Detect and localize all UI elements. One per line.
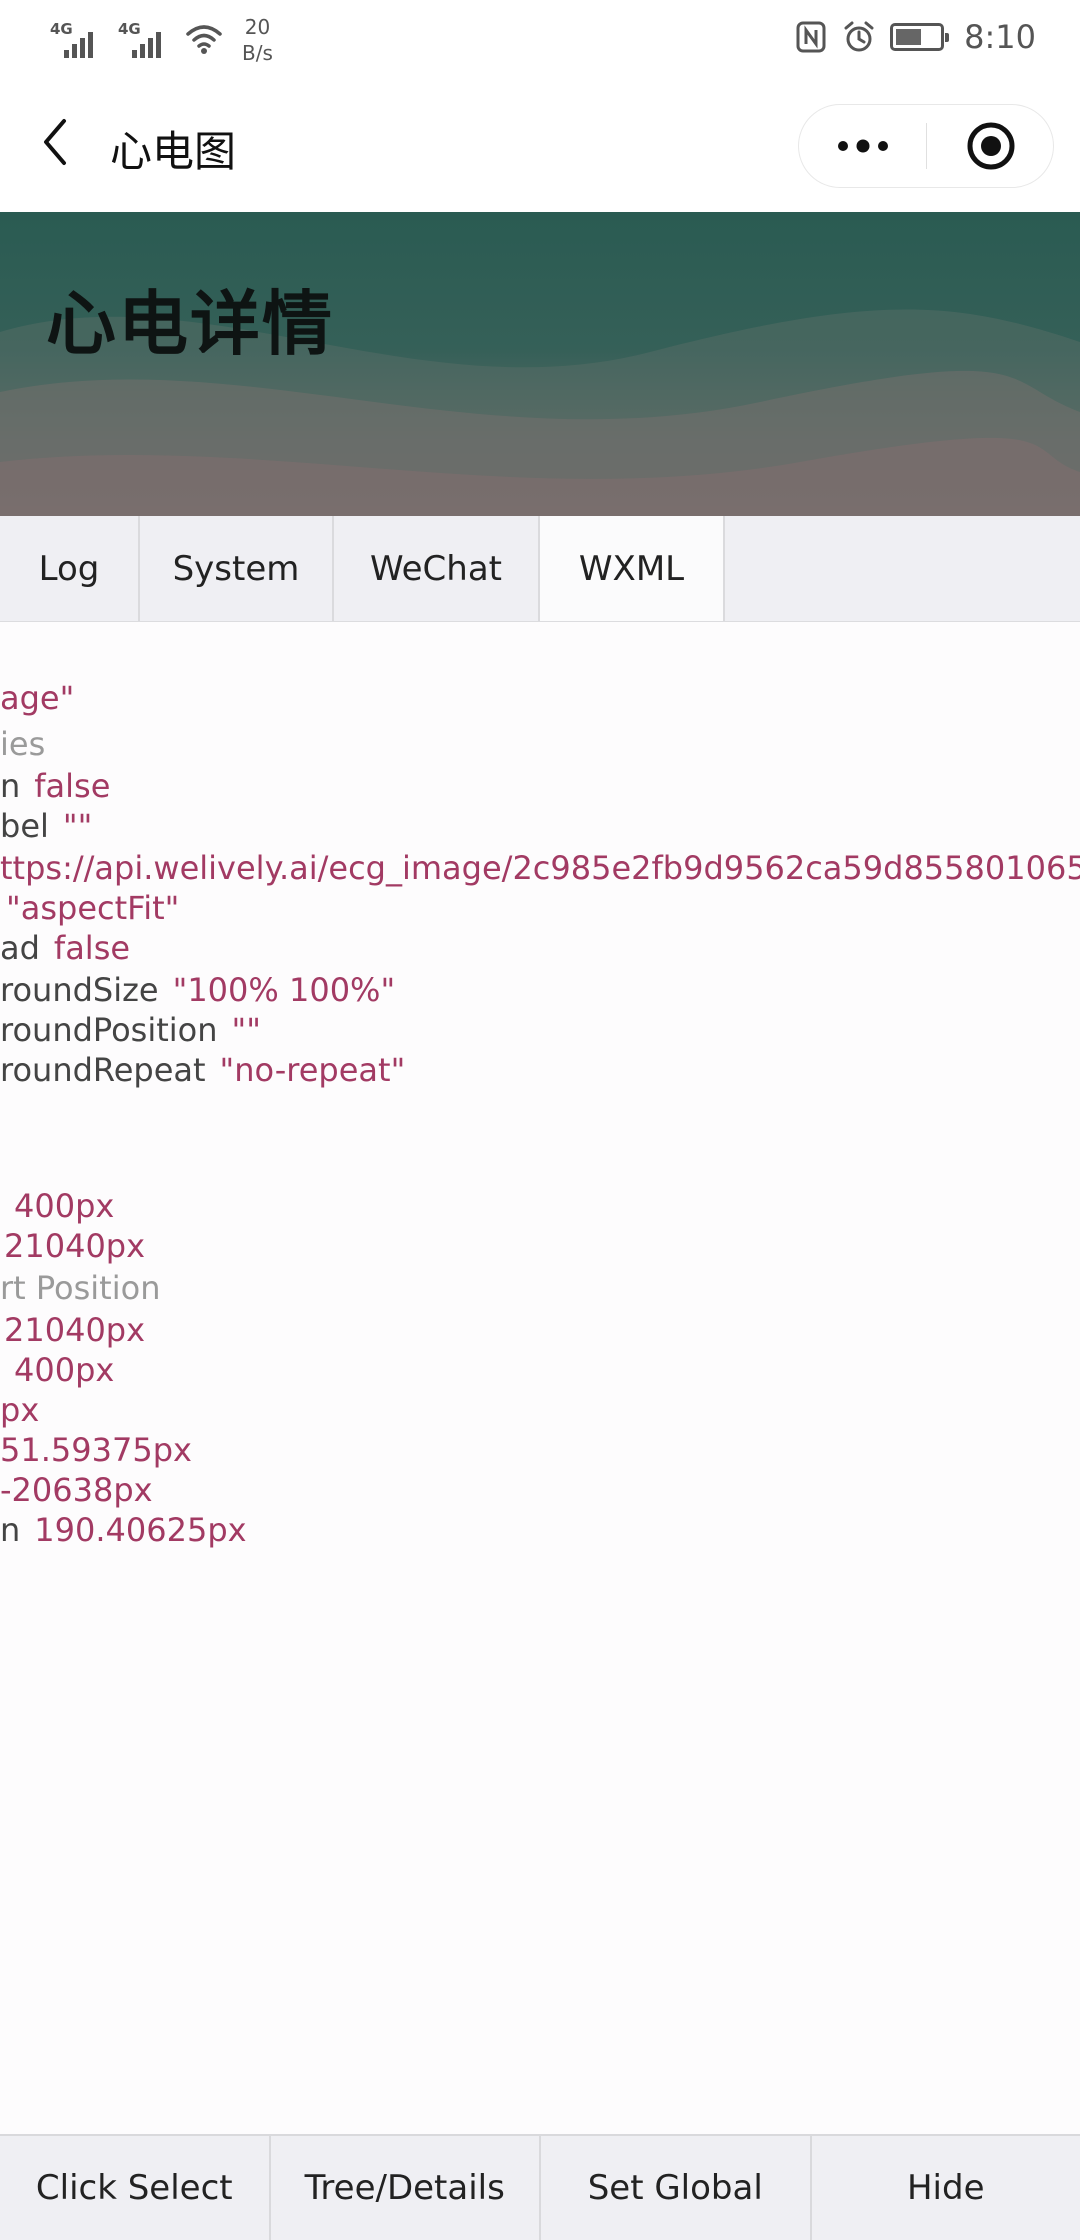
detail-key: n (0, 767, 21, 805)
detail-key: roundSize (0, 971, 159, 1009)
status-right: 8:10 (794, 18, 1036, 56)
detail-key: n (0, 1511, 21, 1549)
detail-line: roundPosition "" (0, 1010, 261, 1050)
detail-line: ad false (0, 928, 130, 968)
detail-line: 21040px (0, 1310, 145, 1350)
detail-line: 51.59375px (0, 1430, 192, 1470)
detail-value: -20638px (0, 1471, 153, 1509)
detail-value: "aspectFit" (6, 889, 180, 927)
detail-key: roundRepeat (0, 1051, 206, 1089)
detail-line: 400px (0, 1186, 114, 1226)
detail-line: age" (0, 678, 74, 718)
tab-system[interactable]: System (140, 516, 334, 621)
set-global-button[interactable]: Set Global (541, 2136, 812, 2240)
detail-value: "no-repeat" (219, 1051, 406, 1089)
detail-line: px (0, 1390, 39, 1430)
detail-value: 190.40625px (34, 1511, 247, 1549)
detail-line: 21040px (0, 1226, 145, 1266)
detail-value: age" (0, 679, 75, 717)
detail-value: "" (62, 807, 93, 845)
click-select-button[interactable]: Click Select (0, 2136, 271, 2240)
detail-line: 400px (0, 1350, 114, 1390)
battery-fill (896, 29, 922, 45)
wxml-details-panel: age" ies n false bel "" ttps://api.welivel… (0, 622, 1080, 2134)
detail-line: roundSize "100% 100%" (0, 970, 395, 1010)
detail-value: px (0, 1391, 40, 1429)
alarm-icon (844, 21, 874, 52)
status-bar: 4G 4G 20 B/s 8:10 (0, 0, 1080, 80)
tab-wechat[interactable]: WeChat (334, 516, 540, 621)
section-heading: rt Position (0, 1269, 161, 1307)
console-tabs: Log System WeChat WXML (0, 516, 1080, 622)
signal-icon (132, 32, 161, 58)
tab-wxml[interactable]: WXML (540, 516, 725, 621)
network-speed-value: 20 (244, 15, 271, 39)
detail-value: 400px (14, 1351, 115, 1389)
detail-line: ttps://api.welively.ai/ecg_image/2c985e2… (0, 848, 1080, 888)
menu-capsule (798, 104, 1054, 188)
detail-line: n false (0, 766, 110, 806)
detail-value: ttps://api.welively.ai/ecg_image/2c985e2… (0, 849, 1080, 887)
detail-value: 400px (14, 1187, 115, 1225)
detail-heading: rt Position (0, 1268, 160, 1308)
detail-value: 21040px (4, 1311, 146, 1349)
detail-line: roundRepeat "no-repeat" (0, 1050, 405, 1090)
target-icon (967, 122, 1014, 170)
more-icon (837, 139, 888, 153)
detail-value: "100% 100%" (172, 971, 396, 1009)
debug-toolbar: Click Select Tree/Details Set Global Hid… (0, 2134, 1080, 2240)
detail-value: false (34, 767, 111, 805)
detail-line: "aspectFit" (0, 888, 179, 928)
detail-key: roundPosition (0, 1011, 218, 1049)
clock: 8:10 (964, 18, 1036, 56)
header-banner: 心电详情 (0, 212, 1080, 516)
detail-value: 21040px (4, 1227, 146, 1265)
network-speed-unit: B/s (242, 41, 273, 65)
more-button[interactable] (799, 105, 926, 187)
section-heading: ies (0, 725, 46, 763)
network-1: 4G (48, 14, 102, 58)
wifi-icon (186, 25, 222, 54)
detail-value: false (53, 929, 131, 967)
page-title: 心电图 (110, 127, 237, 176)
detail-value: 51.59375px (0, 1431, 192, 1469)
status-left: 4G 4G 20 B/s (48, 14, 273, 66)
tree-details-button[interactable]: Tree/Details (271, 2136, 541, 2240)
detail-heading: ies (0, 724, 45, 764)
close-miniprogram-button[interactable] (927, 105, 1054, 187)
back-button[interactable] (30, 112, 80, 172)
detail-line: n 190.40625px (0, 1510, 247, 1550)
nfc-icon (796, 21, 826, 53)
network-2: 4G (116, 14, 170, 58)
detail-value: "" (231, 1011, 261, 1049)
network-speed: 20 B/s (242, 14, 273, 66)
detail-line: -20638px (0, 1470, 153, 1510)
navigation-bar: 心电图 (0, 80, 1080, 212)
tab-log[interactable]: Log (0, 516, 140, 621)
detail-key: bel (0, 807, 49, 845)
banner-title: 心电详情 (46, 283, 334, 365)
hide-button[interactable]: Hide (812, 2136, 1080, 2240)
detail-line: bel "" (0, 806, 92, 846)
signal-icon (64, 32, 93, 58)
back-icon (44, 119, 66, 165)
detail-key: ad (0, 929, 40, 967)
battery-icon (890, 23, 950, 51)
